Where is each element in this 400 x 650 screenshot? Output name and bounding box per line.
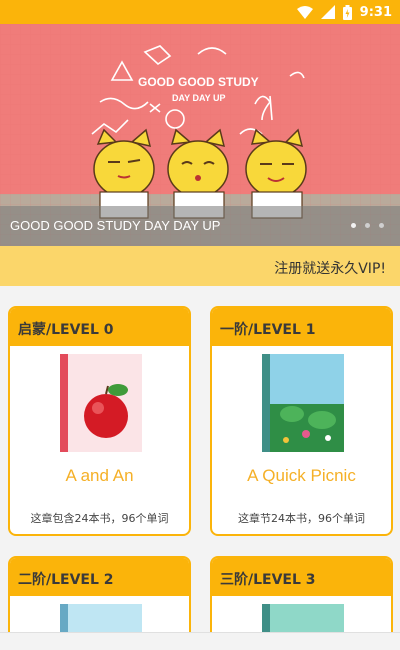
- level-card-header: 一阶/LEVEL 1: [212, 308, 391, 346]
- cat-right: [245, 128, 307, 219]
- level-card-header: 三阶/LEVEL 3: [212, 558, 391, 596]
- level-card-0[interactable]: 启蒙/LEVEL 0 A and An 这章包含24本书，96个单词: [8, 306, 191, 536]
- carousel-dot[interactable]: [365, 223, 370, 228]
- banner-art-line1: GOOD GOOD STUDY: [138, 75, 259, 89]
- book-title: A Quick Picnic: [247, 466, 356, 485]
- battery-icon: [342, 4, 352, 20]
- picnic-book-cover[interactable]: [262, 354, 344, 452]
- carousel-dot[interactable]: [351, 223, 356, 228]
- level-card-1[interactable]: 一阶/LEVEL 1 A Quick Picnic 这章节24本书，96个单词: [210, 306, 393, 536]
- carousel-dot[interactable]: [379, 223, 384, 228]
- level-description: 这章节24本书，96个单词: [238, 512, 365, 525]
- apple-book-cover[interactable]: [60, 354, 142, 452]
- cat-middle: [167, 128, 229, 219]
- level-description: 这章包含24本书，96个单词: [30, 512, 169, 525]
- level-card-2[interactable]: 二阶/LEVEL 2: [8, 556, 191, 632]
- level-card-header: 启蒙/LEVEL 0: [10, 308, 189, 346]
- status-bar: 9:31: [0, 0, 400, 24]
- banner-art-line2: DAY DAY UP: [172, 93, 226, 103]
- blue-book-cover[interactable]: [60, 604, 142, 632]
- teal-book-cover[interactable]: [262, 604, 344, 632]
- status-icons: 9:31: [296, 3, 392, 21]
- status-time: 9:31: [359, 4, 392, 20]
- signal-icon: [320, 5, 335, 19]
- carousel-indicator: [351, 223, 384, 228]
- promo-text[interactable]: 注册就送永久VIP!: [274, 258, 386, 278]
- cat-left: [93, 128, 155, 219]
- promo-bar[interactable]: 注册就送永久VIP!: [0, 246, 400, 286]
- bottom-divider: [0, 632, 400, 650]
- book-title: A and An: [65, 466, 134, 485]
- banner-caption: GOOD GOOD STUDY DAY DAY UP: [10, 218, 221, 233]
- wifi-icon: [296, 5, 313, 19]
- level-card-header: 二阶/LEVEL 2: [10, 558, 189, 596]
- level-card-3[interactable]: 三阶/LEVEL 3: [210, 556, 393, 632]
